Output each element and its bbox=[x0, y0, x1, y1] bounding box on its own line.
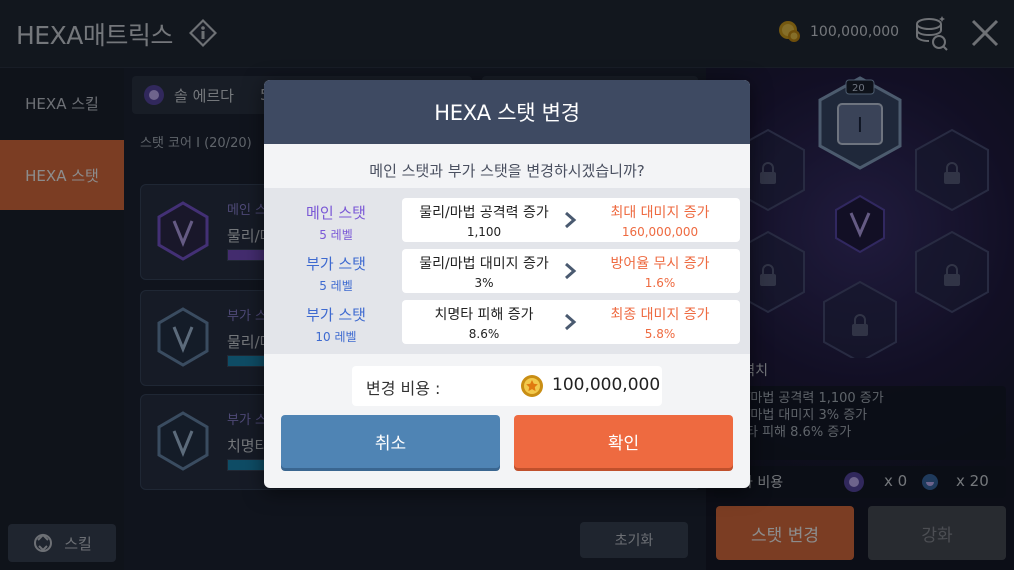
change-cost-box: 변경 비용 : 100,000,000 bbox=[352, 366, 662, 406]
stat-level: 5 레벨 bbox=[319, 279, 353, 293]
dialog-question: 메인 스탯과 부가 스탯을 변경하시겠습니까? bbox=[369, 162, 645, 180]
stat-type-label: 부가 스탯 bbox=[306, 306, 366, 324]
gold-coin-icon bbox=[521, 375, 543, 397]
change-stat-dialog: HEXA 스탯 변경 메인 스탯과 부가 스탯을 변경하시겠습니까? 메인 스탯… bbox=[264, 80, 750, 488]
current-stat-value: 3% bbox=[474, 276, 494, 290]
confirm-button[interactable]: 확인 bbox=[514, 415, 733, 468]
current-stat-value: 1,100 bbox=[466, 225, 502, 239]
new-stat-name: 최종 대미지 증가 bbox=[610, 307, 710, 323]
change-cost-label: 변경 비용 : bbox=[366, 379, 441, 398]
chevron-right-icon bbox=[565, 262, 577, 280]
dialog-title: HEXA 스탯 변경 bbox=[264, 80, 750, 144]
stat-type-label: 부가 스탯 bbox=[306, 255, 366, 273]
new-stat-value: 1.6% bbox=[644, 276, 676, 290]
new-stat-value: 160,000,000 bbox=[621, 225, 699, 239]
new-stat-value: 5.8% bbox=[644, 327, 676, 341]
current-stat-name: 물리/마법 대미지 증가 bbox=[419, 256, 549, 272]
current-stat-value: 8.6% bbox=[468, 327, 500, 341]
stat-level: 10 레벨 bbox=[315, 330, 357, 344]
cancel-button[interactable]: 취소 bbox=[281, 415, 500, 468]
chevron-right-icon bbox=[565, 211, 577, 229]
new-stat-name: 방어율 무시 증가 bbox=[610, 256, 710, 272]
stat-change-row: 부가 스탯 5 레벨 물리/마법 대미지 증가 3% 방어율 무시 증가 1.6… bbox=[264, 249, 750, 293]
stat-level: 5 레벨 bbox=[319, 228, 353, 242]
stat-change-list: 메인 스탯 5 레벨 물리/마법 공격력 증가 1,100 최대 대미지 증가 … bbox=[264, 188, 750, 354]
stat-change-row: 부가 스탯 10 레벨 치명타 피해 증가 8.6% 최종 대미지 증가 5.8… bbox=[264, 300, 750, 344]
chevron-right-icon bbox=[565, 313, 577, 331]
new-stat-name: 최대 대미지 증가 bbox=[610, 205, 710, 221]
stat-type-label: 메인 스탯 bbox=[306, 204, 366, 222]
stat-change-row: 메인 스탯 5 레벨 물리/마법 공격력 증가 1,100 최대 대미지 증가 … bbox=[264, 198, 750, 242]
current-stat-name: 치명타 피해 증가 bbox=[434, 307, 534, 323]
current-stat-name: 물리/마법 공격력 증가 bbox=[419, 205, 549, 221]
change-cost-value: 100,000,000 bbox=[552, 375, 661, 395]
